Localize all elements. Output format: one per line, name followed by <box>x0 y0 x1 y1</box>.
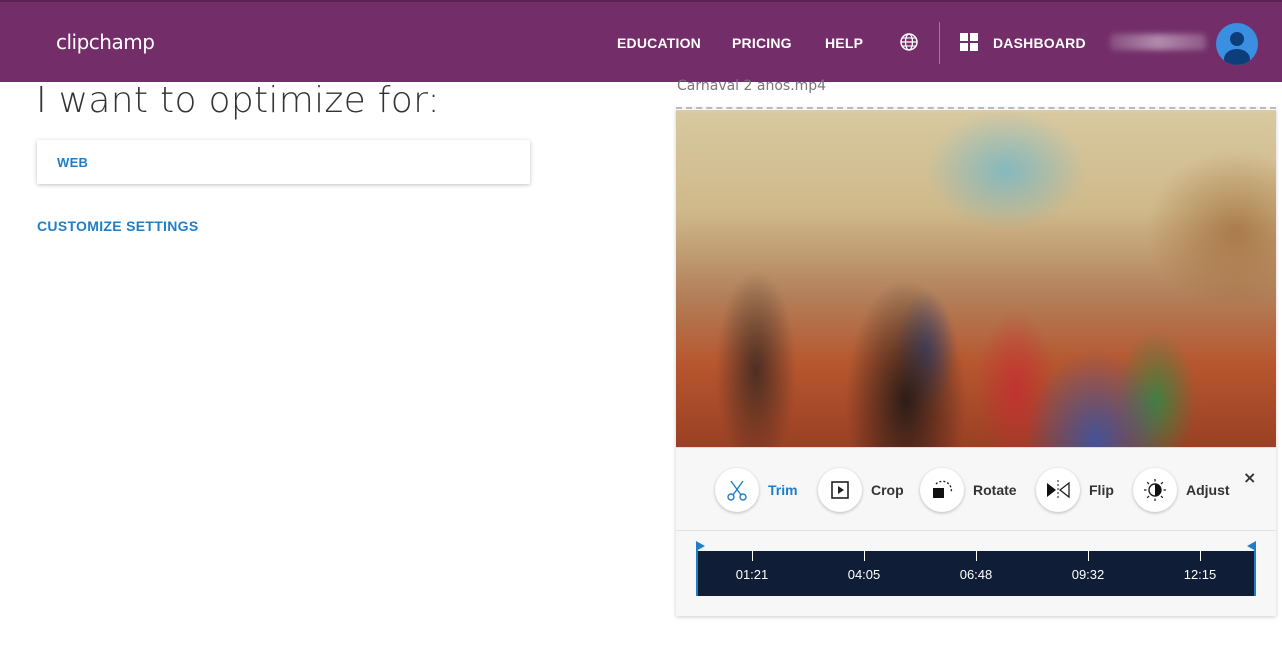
brightness-icon <box>1144 479 1166 501</box>
trim-start-edge[interactable] <box>696 546 698 596</box>
globe-icon[interactable] <box>899 32 919 52</box>
video-filename: Carnaval 2 anos.mp4 <box>677 78 827 94</box>
timeline-label: 01:21 <box>735 567 769 582</box>
timeline-label: 04:05 <box>847 567 881 582</box>
trim-start-handle[interactable] <box>696 541 705 551</box>
nav-dashboard-link[interactable]: DASHBOARD <box>993 35 1086 51</box>
crop-icon <box>831 481 849 499</box>
trim-end-handle[interactable] <box>1247 541 1256 551</box>
card-top-border <box>676 107 1276 109</box>
trim-timeline[interactable]: 01:21 04:05 06:48 09:32 12:15 <box>696 551 1256 596</box>
timeline-tick <box>976 551 977 561</box>
trim-end-edge[interactable] <box>1254 546 1256 596</box>
page-title: I want to optimize for: <box>36 80 440 121</box>
close-icon[interactable]: × <box>1243 468 1256 487</box>
adjust-label: Adjust <box>1186 482 1230 498</box>
edit-toolbar: Trim Crop Rotate Flip Adjust <box>676 447 1276 531</box>
nav-pricing-link[interactable]: PRICING <box>732 35 792 51</box>
timeline-tick <box>1200 551 1201 561</box>
customize-settings-link[interactable]: CUSTOMIZE SETTINGS <box>37 218 199 234</box>
flip-icon <box>1047 480 1070 500</box>
timeline-label: 06:48 <box>959 567 993 582</box>
timeline-label: 12:15 <box>1183 567 1217 582</box>
nav-divider <box>939 22 940 64</box>
trim-label: Trim <box>768 482 798 498</box>
scissors-icon <box>727 480 747 501</box>
timeline-label: 09:32 <box>1071 567 1105 582</box>
crop-tool-button[interactable]: Crop <box>818 468 904 512</box>
timeline-tick <box>1088 551 1089 561</box>
dashboard-grid-icon[interactable] <box>960 33 978 51</box>
trim-tool-button[interactable]: Trim <box>715 468 798 512</box>
flip-tool-button[interactable]: Flip <box>1036 468 1114 512</box>
clipchamp-logo[interactable]: clipchamp <box>56 30 155 54</box>
timeline-tick <box>864 551 865 561</box>
rotate-label: Rotate <box>973 482 1017 498</box>
timeline-tick <box>752 551 753 561</box>
top-nav-bar: clipchamp EDUCATION PRICING HELP DASHBOA… <box>0 0 1282 82</box>
optimize-option-label: WEB <box>57 155 89 170</box>
nav-help-link[interactable]: HELP <box>825 35 863 51</box>
optimize-select[interactable]: WEB <box>37 140 530 184</box>
flip-label: Flip <box>1089 482 1114 498</box>
username-blurred[interactable] <box>1110 34 1206 50</box>
rotate-icon <box>933 480 953 498</box>
crop-label: Crop <box>871 482 904 498</box>
rotate-tool-button[interactable]: Rotate <box>920 468 1017 512</box>
adjust-tool-button[interactable]: Adjust <box>1133 468 1230 512</box>
avatar-icon[interactable] <box>1216 23 1258 65</box>
nav-education-link[interactable]: EDUCATION <box>617 35 701 51</box>
video-preview[interactable] <box>676 110 1276 447</box>
